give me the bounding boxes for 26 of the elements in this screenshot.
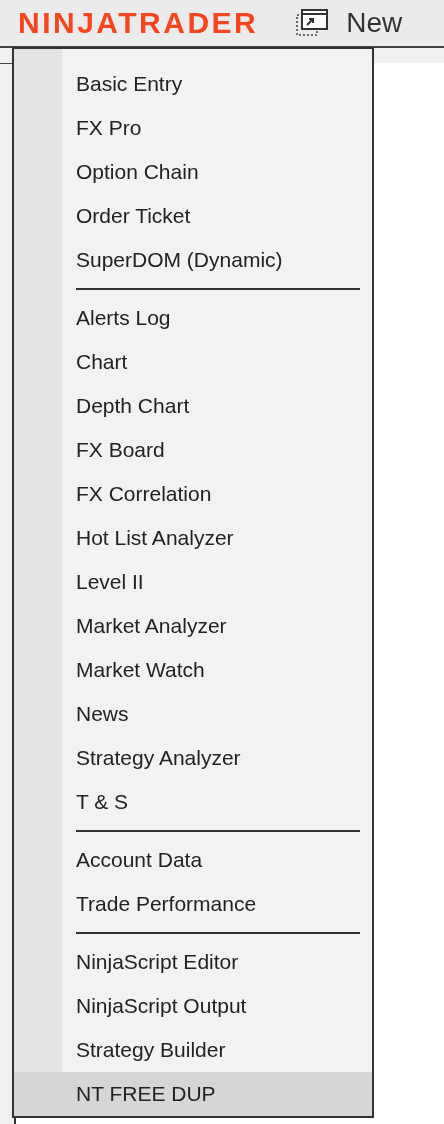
- menu-item[interactable]: FX Board: [14, 428, 372, 472]
- menu-item[interactable]: Basic Entry: [14, 62, 372, 106]
- menu-item[interactable]: NT FREE DUP: [14, 1072, 372, 1116]
- menu-item[interactable]: Market Watch: [14, 648, 372, 692]
- window-icon: [296, 9, 329, 37]
- new-menu-button[interactable]: New: [296, 7, 403, 39]
- menu-item[interactable]: NinjaScript Editor: [14, 940, 372, 984]
- menu-item[interactable]: Strategy Builder: [14, 1028, 372, 1072]
- menu-item[interactable]: Depth Chart: [14, 384, 372, 428]
- menu-item[interactable]: FX Pro: [14, 106, 372, 150]
- menu-item[interactable]: Level II: [14, 560, 372, 604]
- menu-item[interactable]: Market Analyzer: [14, 604, 372, 648]
- menu-item[interactable]: Option Chain: [14, 150, 372, 194]
- menu-item[interactable]: Trade Performance: [14, 882, 372, 926]
- menu-item[interactable]: News: [14, 692, 372, 736]
- menu-item[interactable]: Strategy Analyzer: [14, 736, 372, 780]
- menu-item[interactable]: Hot List Analyzer: [14, 516, 372, 560]
- menu-item[interactable]: NinjaScript Output: [14, 984, 372, 1028]
- menu-item[interactable]: Account Data: [14, 838, 372, 882]
- menu-item[interactable]: FX Correlation: [14, 472, 372, 516]
- menu-item[interactable]: SuperDOM (Dynamic): [14, 238, 372, 282]
- menu-item[interactable]: Chart: [14, 340, 372, 384]
- logo: NINJATRADER: [18, 6, 259, 40]
- menu-item[interactable]: T & S: [14, 780, 372, 824]
- menu-item[interactable]: Order Ticket: [14, 194, 372, 238]
- menu-item[interactable]: Alerts Log: [14, 296, 372, 340]
